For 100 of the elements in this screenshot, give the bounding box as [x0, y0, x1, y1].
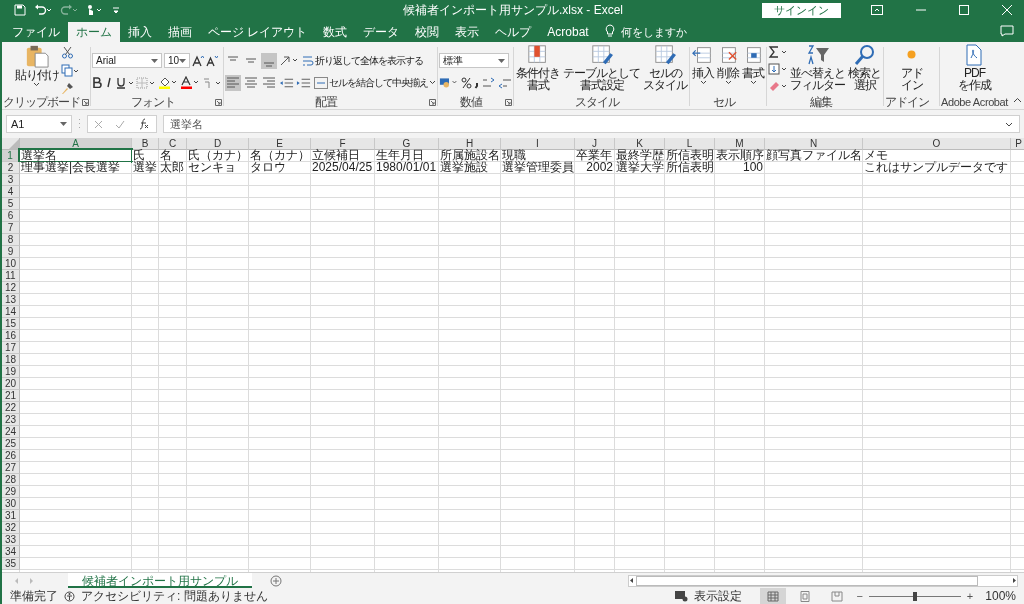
table-cell: 太郎 — [159, 162, 186, 173]
row-header[interactable]: 18 — [2, 354, 20, 366]
column-header[interactable]: P — [1011, 138, 1024, 150]
tell-me-search[interactable]: 何をしますか — [620, 22, 687, 42]
row-header[interactable]: 31 — [2, 510, 20, 522]
row-header[interactable]: 28 — [2, 474, 20, 486]
editing-button[interactable]: 並べ替えと フィルター — [789, 44, 846, 91]
ribbon-tab[interactable]: ファイル — [4, 22, 68, 42]
column-header[interactable]: O — [863, 138, 1011, 150]
row-header[interactable]: 16 — [2, 330, 20, 342]
add-ins-button[interactable]: アド イン — [899, 44, 924, 91]
column-header[interactable]: L — [665, 138, 715, 150]
group-label: 編集 — [809, 93, 832, 111]
row-header[interactable]: 6 — [2, 210, 20, 222]
display-settings-label[interactable]: 表示設定 — [694, 587, 743, 604]
group-label: クリップボード — [3, 93, 80, 111]
style-button[interactable]: 条件付き 書式 — [515, 44, 561, 91]
table-cell: 所信表明 — [665, 162, 714, 173]
row-header[interactable]: 2 — [2, 162, 20, 174]
zoom-out-button[interactable]: − — [856, 590, 863, 602]
column-header[interactable]: K — [615, 138, 665, 150]
cells-button[interactable]: 挿入 — [691, 44, 715, 85]
row-header[interactable]: 30 — [2, 498, 20, 510]
column-header[interactable]: J — [575, 138, 615, 150]
column-header[interactable]: I — [501, 138, 575, 150]
accessibility-status[interactable]: アクセシビリティ: 問題ありません — [81, 587, 268, 604]
column-header[interactable]: B — [132, 138, 159, 150]
window-title: 候補者インポート用サンプル.xlsx - Excel — [403, 3, 623, 17]
row-header[interactable]: 20 — [2, 378, 20, 390]
column-header[interactable]: E — [249, 138, 311, 150]
row-header[interactable]: 17 — [2, 342, 20, 354]
merge-center-button[interactable]: セルを結合して中央揃え — [314, 75, 436, 90]
row-header[interactable]: 3 — [2, 174, 20, 186]
table-cell: 顔写真ファイル名 — [765, 150, 862, 161]
style-button[interactable]: テーブルとして 書式設定 — [562, 44, 641, 91]
cells-button[interactable]: 削除 — [716, 44, 740, 85]
formula-field[interactable]: 選挙名 — [163, 115, 1020, 133]
create-pdf-button[interactable]: PDF を作成 — [957, 44, 992, 91]
column-header[interactable]: F — [311, 138, 375, 150]
group-label: Adobe Acrobat — [941, 96, 1008, 108]
row-header[interactable]: 14 — [2, 306, 20, 318]
ribbon-tab[interactable]: データ — [355, 22, 408, 42]
wrap-text-button[interactable]: 折り返して全体を表示する — [302, 53, 423, 68]
row-header[interactable]: 13 — [2, 294, 20, 306]
row-header[interactable]: 32 — [2, 522, 20, 534]
row-header[interactable]: 8 — [2, 234, 20, 246]
row-header[interactable]: 5 — [2, 198, 20, 210]
status-text: 準備完了 — [10, 587, 58, 604]
row-header[interactable]: 21 — [2, 390, 20, 402]
ribbon-tab[interactable]: 校閲 — [407, 22, 448, 42]
font-size-field[interactable]: 10 — [164, 53, 190, 68]
table-cell: 卒業年 — [575, 150, 614, 161]
row-header[interactable]: 26 — [2, 450, 20, 462]
table-cell: 選挙管理委員 — [501, 162, 574, 173]
row-header[interactable]: 7 — [2, 222, 20, 234]
group-label: 数値 — [460, 93, 482, 111]
row-header[interactable]: 33 — [2, 534, 20, 546]
style-button[interactable]: セルの スタイル — [642, 44, 688, 91]
sheet-tab[interactable]: 候補者インポート用サンプル — [68, 573, 252, 588]
row-header[interactable]: 22 — [2, 402, 20, 414]
ribbon-tab[interactable]: ヘルプ — [487, 22, 540, 42]
number-format-field[interactable]: 標準 — [439, 53, 509, 68]
group-label: 配置 — [315, 93, 337, 111]
row-header[interactable]: 11 — [2, 270, 20, 282]
row-header[interactable]: 9 — [2, 246, 20, 258]
ribbon-tab[interactable]: ホーム — [68, 22, 120, 42]
row-header[interactable]: 35 — [2, 558, 20, 570]
column-header[interactable]: M — [715, 138, 765, 150]
row-header[interactable]: 24 — [2, 426, 20, 438]
row-header[interactable]: 10 — [2, 258, 20, 270]
font-name-field[interactable]: Arial — [92, 53, 162, 68]
column-header[interactable]: G — [375, 138, 439, 150]
sign-in-button[interactable]: サインイン — [762, 2, 841, 18]
ribbon-tab[interactable]: Acrobat — [539, 22, 597, 42]
zoom-in-button[interactable]: + — [966, 590, 974, 602]
row-header[interactable]: 29 — [2, 486, 20, 498]
editing-button[interactable]: 検索と 選択 — [847, 44, 882, 91]
row-header[interactable]: 23 — [2, 414, 20, 426]
ribbon-tab[interactable]: 表示 — [447, 22, 488, 42]
ribbon-tab[interactable]: ページ レイアウト — [200, 22, 316, 42]
column-header[interactable]: N — [765, 138, 863, 150]
ribbon-tab[interactable]: 数式 — [315, 22, 356, 42]
row-header[interactable]: 34 — [2, 546, 20, 558]
row-header[interactable]: 4 — [2, 186, 20, 198]
paste-button[interactable]: 貼り付け — [13, 44, 60, 87]
ribbon-tab[interactable]: 描画 — [160, 22, 200, 42]
column-header[interactable]: C — [159, 138, 187, 150]
zoom-level[interactable]: 100% — [985, 589, 1016, 603]
row-header[interactable]: 27 — [2, 462, 20, 474]
column-header[interactable]: D — [187, 138, 249, 150]
row-header[interactable]: 12 — [2, 282, 20, 294]
table-cell: 所属施設名 — [439, 150, 500, 161]
row-header[interactable]: 25 — [2, 438, 20, 450]
row-header[interactable]: 19 — [2, 366, 20, 378]
column-header[interactable]: H — [439, 138, 501, 150]
table-cell: 選挙 — [132, 162, 158, 173]
row-header[interactable]: 15 — [2, 318, 20, 330]
cells-button[interactable]: 書式 — [741, 44, 765, 85]
ribbon-tab[interactable]: 挿入 — [120, 22, 160, 42]
name-box[interactable]: A1 — [6, 115, 72, 133]
